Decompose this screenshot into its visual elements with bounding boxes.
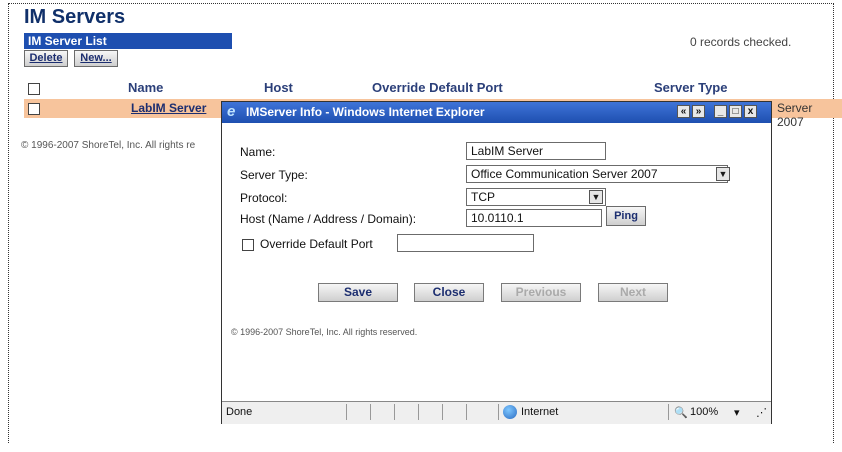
close-button[interactable]: Close (414, 283, 484, 302)
imserver-info-window: e IMServer Info - Windows Internet Explo… (221, 101, 772, 424)
save-button[interactable]: Save (318, 283, 398, 302)
resize-grip-icon[interactable]: ⋰ (756, 406, 767, 419)
globe-icon (503, 405, 517, 419)
name-label: Name: (240, 145, 276, 159)
status-divider (442, 404, 443, 420)
popup-copyright: © 1996-2007 ShoreTel, Inc. All rights re… (231, 327, 418, 337)
page-frame-right (833, 3, 834, 443)
select-all-checkbox[interactable] (28, 83, 40, 95)
page-frame-top (8, 3, 834, 4)
list-header-bar: IM Server List (24, 33, 232, 49)
server-type-value: Office Communication Server 2007 (471, 167, 658, 181)
host-input[interactable]: 10.0110.1 (466, 209, 602, 227)
protocol-select[interactable]: TCP (466, 188, 606, 206)
column-header-override-port[interactable]: Override Default Port (372, 80, 503, 95)
status-done: Done (226, 406, 253, 418)
maximize-button[interactable]: □ (729, 105, 742, 118)
minimize-button[interactable]: _ (714, 105, 727, 118)
column-header-host[interactable]: Host (264, 80, 293, 95)
page-frame-left (8, 3, 9, 443)
window-titlebar[interactable]: e IMServer Info - Windows Internet Explo… (222, 102, 771, 123)
chevron-down-icon[interactable]: ▼ (716, 167, 730, 181)
new-button[interactable]: New... (74, 50, 118, 67)
host-label: Host (Name / Address / Domain): (240, 212, 417, 226)
next-button[interactable]: Next (598, 283, 668, 302)
protocol-value: TCP (471, 190, 495, 204)
status-divider (668, 404, 669, 420)
page-title: IM Servers (24, 6, 126, 28)
status-divider (418, 404, 419, 420)
window-title: IMServer Info - Windows Internet Explore… (246, 105, 485, 119)
row-server-type: Server 2007 (777, 101, 813, 129)
server-type-select[interactable]: Office Communication Server 2007 (466, 165, 728, 183)
name-input[interactable]: LabIM Server (466, 142, 606, 160)
override-port-label: Override Default Port (260, 237, 373, 251)
server-type-label: Server Type: (240, 168, 308, 182)
page-copyright: © 1996-2007 ShoreTel, Inc. All rights re (21, 140, 196, 151)
row-name-link[interactable]: LabIM Server (131, 101, 206, 115)
status-zone: Internet (521, 406, 559, 418)
override-port-checkbox[interactable] (242, 239, 254, 251)
records-checked-text: 0 records checked. (690, 35, 792, 49)
zoom-icon[interactable]: 🔍 (674, 406, 688, 419)
zoom-dropdown-icon[interactable]: ▾ (734, 406, 740, 419)
previous-button[interactable]: Previous (501, 283, 581, 302)
status-divider (466, 404, 467, 420)
forward-icon[interactable]: » (692, 105, 705, 118)
status-divider (346, 404, 347, 420)
status-divider (498, 404, 499, 420)
status-bar: Done Internet 🔍 100% ▾ ⋰ (222, 401, 771, 424)
ping-button[interactable]: Ping (606, 206, 646, 226)
status-divider (394, 404, 395, 420)
back-icon[interactable]: « (677, 105, 690, 118)
protocol-label: Protocol: (240, 191, 288, 205)
chevron-down-icon[interactable]: ▼ (589, 190, 603, 204)
zoom-level[interactable]: 100% (690, 406, 718, 418)
status-divider (370, 404, 371, 420)
delete-button[interactable]: Delete (24, 50, 68, 67)
internet-explorer-icon: e (227, 103, 236, 120)
column-header-server-type[interactable]: Server Type (654, 80, 727, 95)
override-port-input[interactable] (397, 234, 534, 252)
row-checkbox[interactable] (28, 103, 40, 115)
column-header-name[interactable]: Name (128, 80, 163, 95)
close-window-button[interactable]: x (744, 105, 757, 118)
